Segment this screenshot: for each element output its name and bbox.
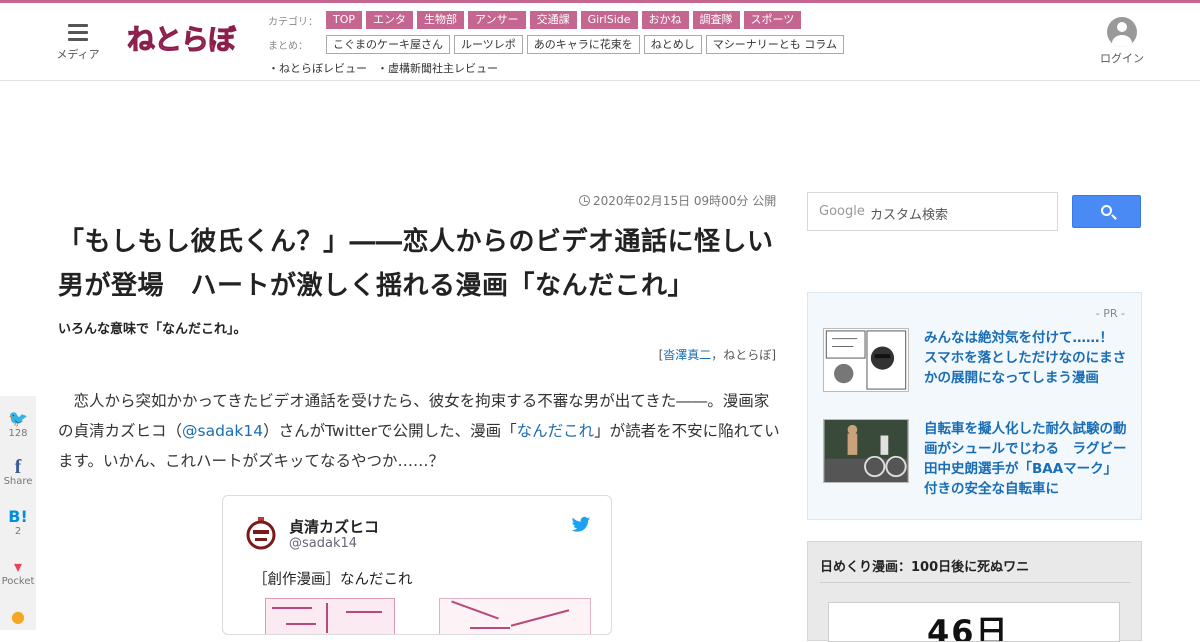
menu-label: メディア <box>56 48 100 61</box>
category-answer[interactable]: アンサー <box>468 11 526 29</box>
tweet-author-handle[interactable]: @sadak14 <box>289 536 357 551</box>
author-link[interactable]: 沓澤真二 <box>663 348 711 362</box>
pr-label: - PR - <box>1095 307 1125 320</box>
category-koutsuka[interactable]: 交通課 <box>529 11 577 29</box>
divider <box>820 582 1131 583</box>
site-logo[interactable]: ねとらぼ <box>126 18 239 62</box>
pr-title[interactable]: みんなは絶対気を付けて……！ スマホを落としただけなのにまさかの展開になってしま… <box>924 328 1128 388</box>
article-title: 「もしもし彼氏くん？」――恋人からのビデオ通話に怪しい男が登場 ハートが激しく揺… <box>58 227 774 301</box>
share-label: Share <box>3 476 33 487</box>
share-count: 128 <box>8 428 28 439</box>
facebook-icon: f <box>14 456 22 478</box>
summary-link[interactable]: ねとめし <box>643 34 702 54</box>
review-link[interactable]: ・虚構新聞社主レビュー <box>377 60 498 76</box>
share-line[interactable]: ● <box>0 608 36 626</box>
tweet-image[interactable] <box>265 598 395 634</box>
clock-icon <box>579 195 590 206</box>
share-facebook[interactable]: f Share <box>0 456 36 487</box>
share-pocket[interactable]: ▾ Pocket <box>0 557 36 588</box>
twitter-icon: 🐦 <box>8 409 28 428</box>
hamburger-icon <box>68 24 88 41</box>
category-seibutsubu[interactable]: 生物部 <box>417 11 465 29</box>
share-twitter[interactable]: 🐦 128 <box>0 409 36 440</box>
article-subtitle: いろんな意味で「なんだこれ」。 <box>58 322 247 337</box>
logo-text: ねとらぼ <box>126 23 236 57</box>
hatena-icon: B! <box>8 507 28 526</box>
tweet-text: ［創作漫画］なんだこれ <box>253 572 413 588</box>
summary-link[interactable]: こぐまのケーキ屋さん <box>326 34 450 54</box>
pocket-icon: ▾ <box>13 557 23 576</box>
handle-link[interactable]: @sadak14 <box>182 422 263 440</box>
category-sports[interactable]: スポーツ <box>743 11 802 29</box>
tweet-author-avatar <box>246 517 276 550</box>
embedded-tweet[interactable]: 貞清カズヒコ @sadak14 ［創作漫画］なんだこれ <box>222 495 612 635</box>
category-chousatai[interactable]: 調査隊 <box>692 11 740 29</box>
twitter-bird-icon[interactable] <box>571 516 591 534</box>
daily-manga-widget: 日めくり漫画：100日後に死ぬワニ 46日 <box>807 541 1142 642</box>
byline-close: ] <box>771 348 776 362</box>
search-icon <box>1101 205 1112 216</box>
pr-title[interactable]: 自転車を擬人化した耐久試験の動画がシュールでじわる ラグビー田中史朗選手が「BA… <box>924 419 1128 499</box>
search-input[interactable]: Google カスタム検索 <box>807 192 1058 231</box>
outlet-name: ねとらぼ <box>723 348 772 362</box>
summary-row: まとめ： こぐまのケーキ屋さん ルーツレポ あのキャラに花束を ねとめし マシー… <box>268 33 868 55</box>
publish-date: 2020年02月15日 09時00分 公開 <box>579 192 776 209</box>
search-button[interactable] <box>1072 195 1141 228</box>
summary-link[interactable]: あのキャラに花束を <box>526 34 640 54</box>
category-row: カテゴリ： TOP エンタ 生物部 アンサー 交通課 GirlSide おかね … <box>268 9 868 31</box>
share-hatena[interactable]: B! 2 <box>0 507 36 538</box>
manga-image[interactable]: 46日 <box>828 602 1120 642</box>
category-girlside[interactable]: GirlSide <box>580 11 638 29</box>
share-label: Pocket <box>1 576 35 587</box>
google-logo: Google <box>819 204 865 219</box>
summary-label: まとめ： <box>268 40 308 52</box>
category-label: カテゴリ： <box>268 16 318 28</box>
share-count: 2 <box>14 526 22 537</box>
article-body: 恋人から突如かかってきたビデオ通話を受けたら、彼女を拘束する不審な男が出てきた―… <box>58 386 780 476</box>
review-link[interactable]: ・ねとらぼレビュー <box>268 60 367 76</box>
category-okane[interactable]: おかね <box>641 11 689 29</box>
pr-thumbnail[interactable] <box>823 328 909 392</box>
category-top[interactable]: TOP <box>326 11 363 29</box>
user-avatar-icon <box>1107 17 1137 47</box>
manga-day-count: 46日 <box>927 613 1010 642</box>
tweet-author-name[interactable]: 貞清カズヒコ <box>289 516 379 537</box>
review-row: ・ねとらぼレビュー ・虚構新聞社主レビュー <box>268 57 868 79</box>
manga-heading: 日めくり漫画：100日後に死ぬワニ <box>820 560 1030 575</box>
pr-box: - PR - みんなは絶対気を付けて……！ スマホを落としただけなのにまさかの展… <box>807 292 1142 520</box>
site-header: メディア ねとらぼ カテゴリ： TOP エンタ 生物部 アンサー 交通課 Gir… <box>0 3 1200 81</box>
byline-sep: ， <box>711 348 724 362</box>
manga-title-link[interactable]: なんだこれ <box>517 422 595 440</box>
login-label: ログイン <box>1100 52 1144 65</box>
login-button[interactable]: ログイン <box>1096 17 1148 66</box>
header-nav: カテゴリ： TOP エンタ 生物部 アンサー 交通課 GirlSide おかね … <box>268 9 868 81</box>
line-icon: ● <box>11 607 25 626</box>
body-text: ）さんがTwitterで公開した、漫画「 <box>263 422 517 440</box>
publish-date-text: 2020年02月15日 09時00分 公開 <box>593 194 777 208</box>
byline: [沓澤真二，ねとらぼ] <box>659 346 776 363</box>
summary-link[interactable]: マシーナリーとも コラム <box>705 34 844 54</box>
search-placeholder: カスタム検索 <box>870 208 949 223</box>
tweet-image[interactable] <box>439 598 591 634</box>
share-bar: 🐦 128 f Share B! 2 ▾ Pocket ● <box>0 396 36 630</box>
summary-link[interactable]: ルーツレポ <box>454 34 523 54</box>
category-enta[interactable]: エンタ <box>366 11 414 29</box>
pr-thumbnail[interactable] <box>823 419 909 483</box>
menu-button[interactable]: メディア <box>52 21 104 65</box>
